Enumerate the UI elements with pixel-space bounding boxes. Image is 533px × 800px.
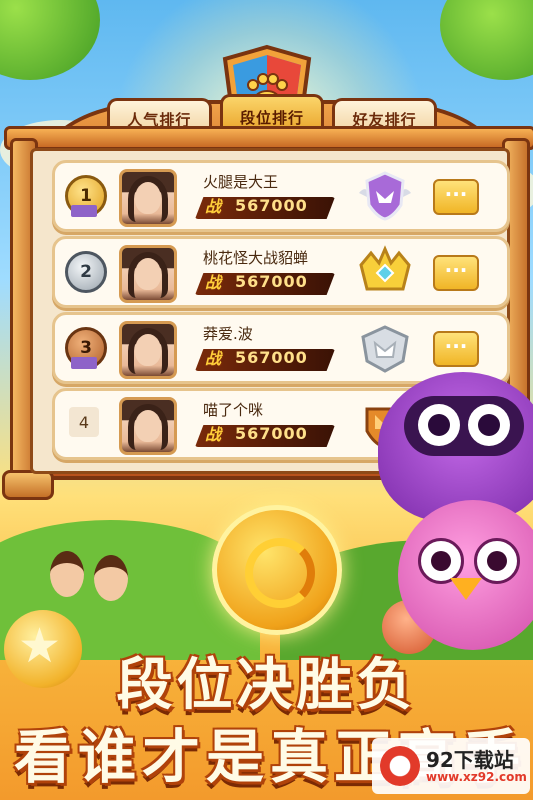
- player-name: 莽爱.波: [203, 325, 253, 343]
- message-button[interactable]: [433, 255, 479, 291]
- battle-icon: 战: [205, 349, 222, 368]
- player-score: 567000: [235, 196, 308, 215]
- avatar[interactable]: [119, 321, 177, 379]
- character-group: [40, 545, 160, 601]
- player-score: 567000: [235, 272, 308, 291]
- leaderboard-row: 1 火腿是大王 战 567000: [52, 160, 510, 232]
- board-foot: [2, 470, 54, 500]
- battle-icon: 战: [205, 273, 222, 292]
- purple-owl-mascot: [378, 372, 533, 522]
- player-name: 桃花怪大战貂蝉: [203, 249, 309, 267]
- battle-icon: 战: [205, 197, 222, 216]
- player-score: 567000: [235, 424, 308, 443]
- message-button[interactable]: [433, 331, 479, 367]
- character: [50, 551, 84, 597]
- player-name: 火腿是大王: [203, 173, 279, 191]
- avatar[interactable]: [119, 397, 177, 455]
- leaderboard-row: 3 莽爱.波 战 567000: [52, 312, 510, 384]
- silver-badge-icon: [361, 325, 409, 373]
- character: [94, 555, 128, 601]
- rank-2-medal-icon: 2: [65, 251, 107, 293]
- player-name: 喵了个咪: [203, 401, 264, 419]
- game-screen: 人气排行 段位排行 好友排行 1 火腿是大王 战 567000 ··· 2 桃花…: [0, 0, 533, 800]
- board-beam: [4, 126, 533, 150]
- watermark-logo-icon: [380, 746, 420, 786]
- avatar[interactable]: [119, 169, 177, 227]
- purple-winged-badge-icon: [359, 171, 411, 221]
- swirl-coin-icon: [212, 505, 342, 635]
- watermark-url: www.xz92.com: [426, 770, 527, 784]
- gold-crown-badge-icon: [359, 245, 411, 291]
- medal-ribbon: [71, 205, 97, 217]
- banner-headline: 段位决胜负: [116, 653, 417, 718]
- leaderboard-row: 2 桃花怪大战貂蝉 战 567000: [52, 236, 510, 308]
- avatar[interactable]: [119, 245, 177, 303]
- player-score: 567000: [235, 348, 308, 367]
- battle-icon: 战: [205, 425, 222, 444]
- medal-ribbon: [71, 357, 97, 369]
- watermark: 92下载站 www.xz92.com: [372, 738, 530, 794]
- message-button[interactable]: [433, 179, 479, 215]
- watermark-name: 92下载站: [426, 748, 514, 772]
- rank-number: 4: [69, 407, 99, 437]
